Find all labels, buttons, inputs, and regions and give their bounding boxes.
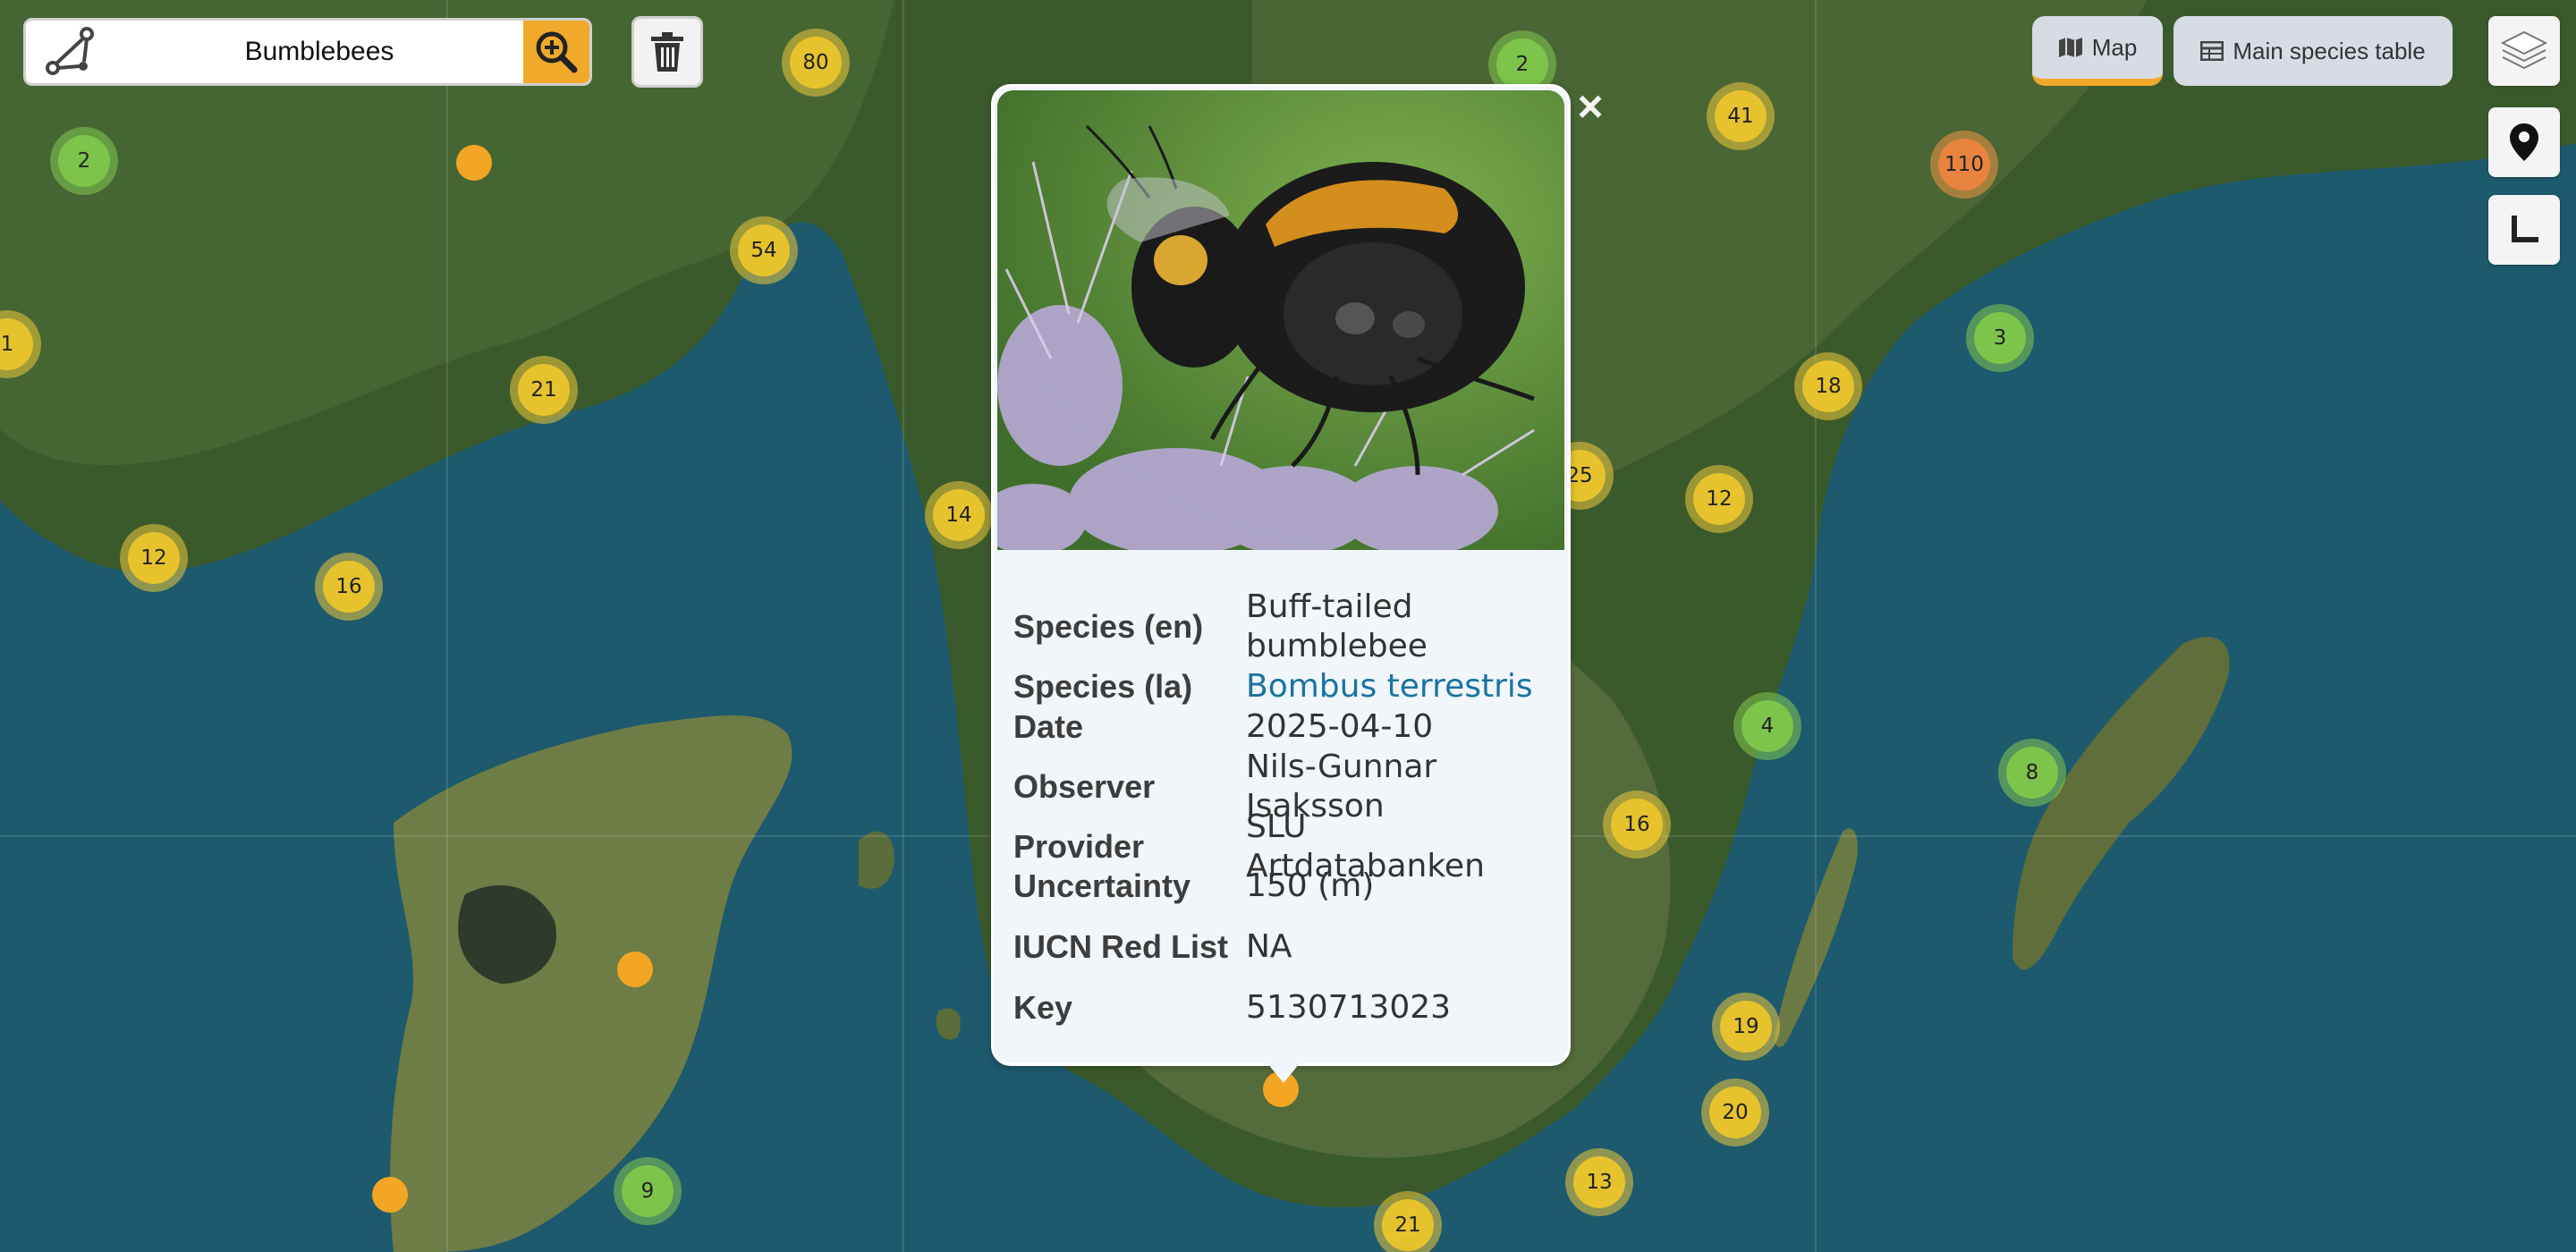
layers-button[interactable] (2488, 16, 2560, 86)
prop-row: IUCN Red List NA (1013, 906, 1550, 988)
draw-polygon-button[interactable] (26, 21, 115, 83)
prop-row: Date 2025-04-10 (1013, 707, 1550, 747)
trash-icon (651, 32, 683, 72)
cluster-marker[interactable]: 18 (1794, 352, 1862, 420)
zoom-in-icon (536, 31, 578, 73)
prop-row: Uncertainty 150 (m) (1013, 867, 1550, 906)
cluster-marker[interactable]: 80 (782, 29, 850, 97)
layers-icon (2500, 30, 2548, 70)
observation-properties: Species (en) Buff-tailed bumblebee Speci… (1013, 588, 1550, 1028)
prop-key: IUCN Red List (1013, 928, 1229, 965)
measure-button[interactable] (2488, 195, 2560, 265)
cluster-marker[interactable]: 16 (1603, 791, 1671, 859)
cluster-marker[interactable]: 110 (1930, 131, 1998, 199)
cluster-marker[interactable]: 8 (1998, 739, 2066, 807)
prop-value: 2025-04-10 (1246, 708, 1434, 745)
prop-value: NA (1246, 928, 1292, 965)
close-icon: × (1577, 81, 1604, 131)
species-latin-link[interactable]: Bombus terrestris (1246, 667, 1550, 706)
map-icon (2058, 38, 2082, 57)
prop-value: Buff-tailed bumblebee (1246, 588, 1428, 664)
location-button[interactable] (2488, 107, 2560, 177)
cluster-marker[interactable]: 9 (614, 1157, 682, 1225)
observation-marker[interactable] (372, 1177, 408, 1213)
cluster-marker[interactable]: 16 (315, 553, 383, 621)
cluster-marker[interactable]: 4 (1733, 692, 1801, 760)
cluster-marker[interactable]: 3 (1966, 304, 2034, 372)
tab-main-species-table[interactable]: Main species table (2174, 16, 2453, 86)
cluster-marker[interactable]: 41 (1707, 82, 1775, 150)
prop-row: Key 5130713023 (1013, 988, 1550, 1028)
search-zoom-button[interactable] (523, 21, 589, 83)
clear-button[interactable] (631, 16, 703, 88)
observation-marker[interactable] (617, 952, 653, 987)
search-label[interactable]: Bumblebees (115, 37, 523, 67)
prop-key: Provider (1013, 828, 1145, 865)
popup-pointer (1267, 1063, 1300, 1083)
prop-value: 150 (m) (1246, 867, 1375, 904)
prop-key: Uncertainty (1013, 867, 1191, 904)
prop-key: Observer (1013, 768, 1156, 805)
cluster-marker[interactable]: 21 (510, 356, 578, 424)
prop-key: Key (1013, 989, 1073, 1026)
tab-map[interactable]: Map (2032, 16, 2163, 86)
close-popup-button[interactable]: × (1571, 84, 1610, 129)
ruler-icon (2512, 216, 2538, 242)
prop-row: Provider SLU Artdatabanken (1013, 808, 1550, 884)
prop-key: Date (1013, 708, 1084, 745)
prop-row: Species (en) Buff-tailed bumblebee (1013, 588, 1550, 666)
search-bar: Bumblebees (23, 18, 592, 86)
cluster-marker[interactable]: 12 (120, 524, 188, 592)
tab-table-label: Main species table (2233, 37, 2426, 64)
cluster-marker[interactable]: 21 (1374, 1191, 1442, 1252)
cluster-marker[interactable]: 12 (1685, 465, 1753, 533)
cluster-marker[interactable]: 54 (730, 216, 798, 284)
prop-row: Species (la) Bombus terrestris (1013, 666, 1550, 707)
prop-key: Species (la) (1013, 668, 1193, 705)
cluster-marker[interactable]: 19 (1712, 993, 1780, 1061)
map-pin-icon (2510, 123, 2538, 161)
observation-marker[interactable] (456, 145, 492, 181)
cluster-marker[interactable]: 14 (925, 481, 993, 549)
observation-popup: Species (en) Buff-tailed bumblebee Speci… (991, 84, 1571, 1083)
cluster-marker[interactable]: 20 (1701, 1079, 1769, 1146)
prop-key: Species (en) (1013, 608, 1204, 645)
prop-value: 5130713023 (1246, 989, 1452, 1026)
cluster-marker[interactable]: 2 (50, 127, 118, 195)
cluster-marker[interactable]: 13 (1565, 1148, 1633, 1216)
table-icon (2200, 41, 2224, 61)
polyline-icon (46, 27, 94, 75)
species-photo (997, 90, 1564, 550)
tab-map-label: Map (2091, 33, 2138, 61)
